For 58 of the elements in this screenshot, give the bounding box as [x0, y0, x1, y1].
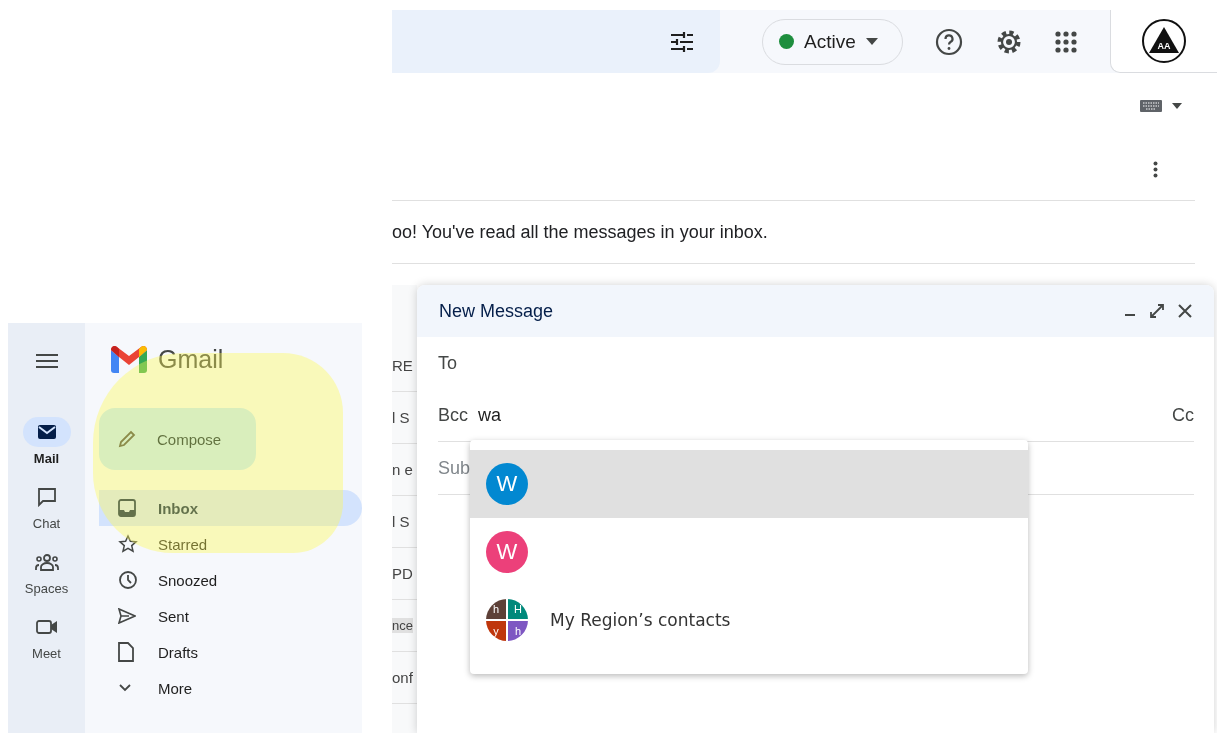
- subject-field[interactable]: Sub: [438, 457, 472, 479]
- keyboard-icon[interactable]: [1140, 99, 1162, 112]
- email-row-text: nce: [392, 618, 413, 633]
- file-icon: [118, 642, 134, 662]
- apps-grid-icon[interactable]: [1055, 30, 1077, 53]
- compose-button[interactable]: Compose: [99, 408, 256, 470]
- caret-icon: [865, 38, 878, 45]
- triangle-icon: [1149, 27, 1179, 53]
- folder-item[interactable]: Snoozed: [99, 562, 362, 598]
- close-icon[interactable]: [1178, 304, 1192, 318]
- caret-icon[interactable]: [1172, 102, 1182, 109]
- contact-avatar: W: [486, 531, 528, 573]
- folder-item[interactable]: Starred: [99, 526, 362, 562]
- email-row-text: l S: [392, 409, 410, 426]
- folder-item[interactable]: More: [99, 670, 362, 706]
- compose-title: New Message: [439, 300, 554, 322]
- bcc-field[interactable]: wa: [478, 404, 1172, 426]
- email-row-text: onf: [392, 669, 413, 686]
- email-row-text: RE: [392, 357, 413, 374]
- gmail-logo-icon: [111, 346, 147, 373]
- video-camera-icon: [35, 619, 58, 635]
- folder-item[interactable]: Drafts: [99, 634, 362, 670]
- chevron-down-icon: [118, 683, 132, 693]
- send-icon: [118, 608, 136, 624]
- status-dropdown[interactable]: Active: [762, 18, 903, 65]
- folder-item[interactable]: Sent: [99, 598, 362, 634]
- rail-label: Chat: [32, 516, 61, 531]
- rail-label: Mail: [33, 451, 60, 466]
- clock-icon: [118, 570, 138, 590]
- bcc-label: Bcc: [438, 404, 468, 426]
- help-icon[interactable]: [935, 27, 963, 56]
- empty-inbox-message: oo! You've read all the messages in your inbox.: [392, 221, 768, 243]
- expand-icon[interactable]: [1150, 304, 1164, 318]
- group-avatar: h H y h: [486, 599, 528, 641]
- rail-label: Spaces: [24, 581, 69, 596]
- account-avatar[interactable]: AA: [1142, 19, 1186, 63]
- email-row-text: PD: [392, 565, 413, 582]
- suggestion-item[interactable]: W: [470, 518, 1028, 586]
- app-name: Gmail: [158, 345, 224, 374]
- people-icon: [34, 553, 59, 571]
- filter-sliders-icon[interactable]: [670, 30, 694, 53]
- to-label: To: [438, 352, 457, 374]
- chat-icon: [36, 487, 57, 507]
- inbox-icon: [118, 499, 136, 517]
- star-icon: [118, 534, 138, 554]
- menu-icon[interactable]: [35, 353, 58, 369]
- contact-avatar: W: [486, 463, 528, 505]
- suggestion-item[interactable]: W: [470, 450, 1028, 518]
- mail-icon: [36, 424, 57, 440]
- cc-link[interactable]: Cc: [1172, 404, 1194, 426]
- email-row-text: n e: [392, 461, 413, 478]
- suggestion-item[interactable]: h H y h My Region’s contacts: [470, 586, 1028, 654]
- rail-label: Meet: [32, 646, 61, 661]
- email-row-text: l S: [392, 513, 410, 530]
- more-vertical-icon[interactable]: [1153, 160, 1158, 178]
- rail-button[interactable]: [22, 417, 71, 447]
- pencil-icon: [117, 429, 137, 449]
- folder-item[interactable]: Inbox: [99, 490, 362, 526]
